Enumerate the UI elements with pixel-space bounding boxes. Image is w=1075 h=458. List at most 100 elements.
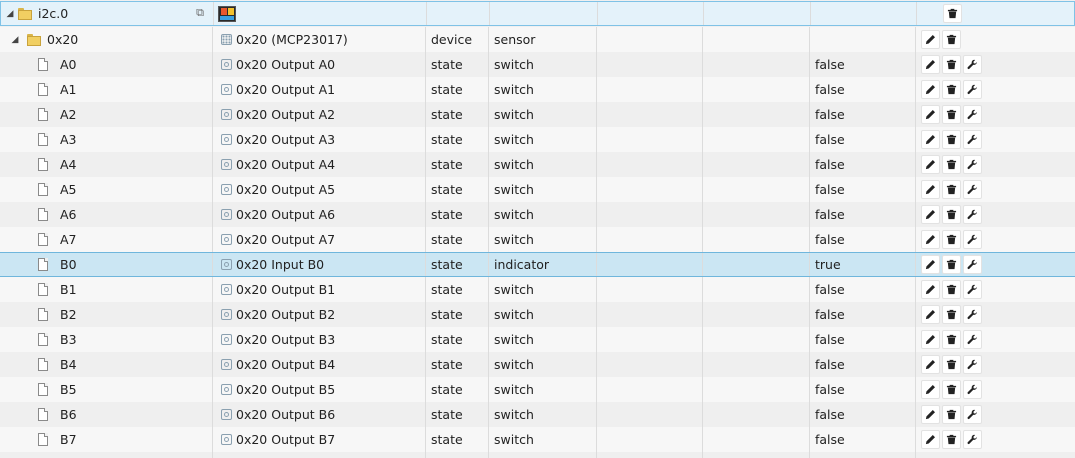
settings-button[interactable] (963, 105, 982, 124)
tree-row-state[interactable]: B5 0x20 Output B5 state switch false (0, 377, 1075, 402)
value-cell[interactable]: false (810, 327, 916, 352)
delete-button[interactable] (942, 80, 961, 99)
settings-button[interactable] (963, 355, 982, 374)
collapse-toggle-icon[interactable]: ◢ (9, 35, 21, 45)
edit-button[interactable] (921, 405, 940, 424)
edit-button[interactable] (921, 430, 940, 449)
copy-icon[interactable]: ⧉ (195, 7, 205, 19)
value-cell[interactable]: false (810, 427, 916, 452)
settings-button[interactable] (963, 55, 982, 74)
tree-row-device[interactable]: ◢ 0x20 0x20 (MCP23017) device sensor (0, 27, 1075, 52)
tree-row-state[interactable]: A2 0x20 Output A2 state switch false (0, 102, 1075, 127)
tree-row-state[interactable]: B4 0x20 Output B4 state switch false (0, 352, 1075, 377)
delete-button[interactable] (942, 130, 961, 149)
delete-button[interactable] (942, 55, 961, 74)
edit-button[interactable] (921, 255, 940, 274)
tree-row-state[interactable]: B2 0x20 Output B2 state switch false (0, 302, 1075, 327)
id-cell: B6 (0, 402, 213, 427)
settings-button[interactable] (963, 430, 982, 449)
state-icon (221, 309, 232, 320)
type-cell: state (426, 77, 489, 102)
delete-button[interactable] (942, 280, 961, 299)
delete-button[interactable] (942, 305, 961, 324)
edit-button[interactable] (921, 155, 940, 174)
delete-button[interactable] (943, 4, 962, 23)
file-icon (38, 58, 48, 71)
value-cell[interactable]: false (810, 227, 916, 252)
settings-button[interactable] (963, 155, 982, 174)
tree-row-state[interactable]: A7 0x20 Output A7 state switch false (0, 227, 1075, 252)
value-cell[interactable]: false (810, 352, 916, 377)
value-cell[interactable]: false (810, 377, 916, 402)
settings-button[interactable] (963, 280, 982, 299)
settings-button[interactable] (963, 230, 982, 249)
value-cell[interactable]: false (810, 302, 916, 327)
edit-button[interactable] (921, 380, 940, 399)
value-cell[interactable]: false (810, 77, 916, 102)
settings-button[interactable] (963, 80, 982, 99)
edit-button[interactable] (921, 355, 940, 374)
tree-row-next[interactable] (0, 452, 1075, 458)
delete-button[interactable] (942, 330, 961, 349)
tree-row-state[interactable]: B0 0x20 Input B0 state indicator true (0, 252, 1075, 277)
delete-button[interactable] (942, 230, 961, 249)
edit-button[interactable] (921, 55, 940, 74)
delete-button[interactable] (942, 255, 961, 274)
tree-row-state[interactable]: A6 0x20 Output A6 state switch false (0, 202, 1075, 227)
collapse-toggle-icon[interactable]: ◢ (4, 9, 16, 19)
tree-row-state[interactable]: A0 0x20 Output A0 state switch false (0, 52, 1075, 77)
settings-button[interactable] (963, 205, 982, 224)
edit-button[interactable] (921, 330, 940, 349)
edit-button[interactable] (921, 130, 940, 149)
delete-button[interactable] (942, 430, 961, 449)
delete-button[interactable] (942, 205, 961, 224)
tree-row-state[interactable]: A1 0x20 Output A1 state switch false (0, 77, 1075, 102)
tree-row-state[interactable]: B1 0x20 Output B1 state switch false (0, 277, 1075, 302)
value-cell[interactable]: true (810, 253, 916, 276)
id-cell: A4 (0, 152, 213, 177)
delete-button[interactable] (942, 30, 961, 49)
tree-row-state[interactable]: B3 0x20 Output B3 state switch false (0, 327, 1075, 352)
edit-button[interactable] (921, 305, 940, 324)
delete-button[interactable] (942, 355, 961, 374)
tree-row-state[interactable]: A4 0x20 Output A4 state switch false (0, 152, 1075, 177)
file-icon (38, 233, 48, 246)
edit-button[interactable] (921, 205, 940, 224)
tree-row-state[interactable]: A3 0x20 Output A3 state switch false (0, 127, 1075, 152)
edit-button[interactable] (921, 80, 940, 99)
tree-row-state[interactable]: A5 0x20 Output A5 state switch false (0, 177, 1075, 202)
tree-row-state[interactable]: B6 0x20 Output B6 state switch false (0, 402, 1075, 427)
edit-button[interactable] (921, 230, 940, 249)
edit-button[interactable] (921, 180, 940, 199)
file-icon (38, 433, 48, 446)
trash-icon (946, 84, 957, 95)
value-cell[interactable]: false (810, 177, 916, 202)
settings-button[interactable] (963, 130, 982, 149)
settings-button[interactable] (963, 305, 982, 324)
settings-button[interactable] (963, 405, 982, 424)
settings-button[interactable] (963, 180, 982, 199)
value-cell[interactable]: false (810, 202, 916, 227)
settings-button[interactable] (963, 380, 982, 399)
name-cell: 0x20 Output B1 (213, 277, 426, 302)
value-cell[interactable]: false (810, 277, 916, 302)
value-cell[interactable]: false (810, 152, 916, 177)
value-cell[interactable]: false (810, 402, 916, 427)
delete-button[interactable] (942, 105, 961, 124)
tree-row-root[interactable]: ◢ i2c.0 ⧉ (0, 1, 1075, 26)
tree-row-state[interactable]: B7 0x20 Output B7 state switch false (0, 427, 1075, 452)
settings-button[interactable] (963, 255, 982, 274)
edit-button[interactable] (921, 30, 940, 49)
value-cell[interactable]: false (810, 127, 916, 152)
value-cell[interactable]: false (810, 52, 916, 77)
settings-button[interactable] (963, 330, 982, 349)
delete-button[interactable] (942, 380, 961, 399)
delete-button[interactable] (942, 155, 961, 174)
type-cell: device (426, 27, 489, 52)
edit-button[interactable] (921, 105, 940, 124)
delete-button[interactable] (942, 180, 961, 199)
delete-button[interactable] (942, 405, 961, 424)
value-cell[interactable]: false (810, 102, 916, 127)
edit-button[interactable] (921, 280, 940, 299)
file-icon (38, 158, 48, 171)
